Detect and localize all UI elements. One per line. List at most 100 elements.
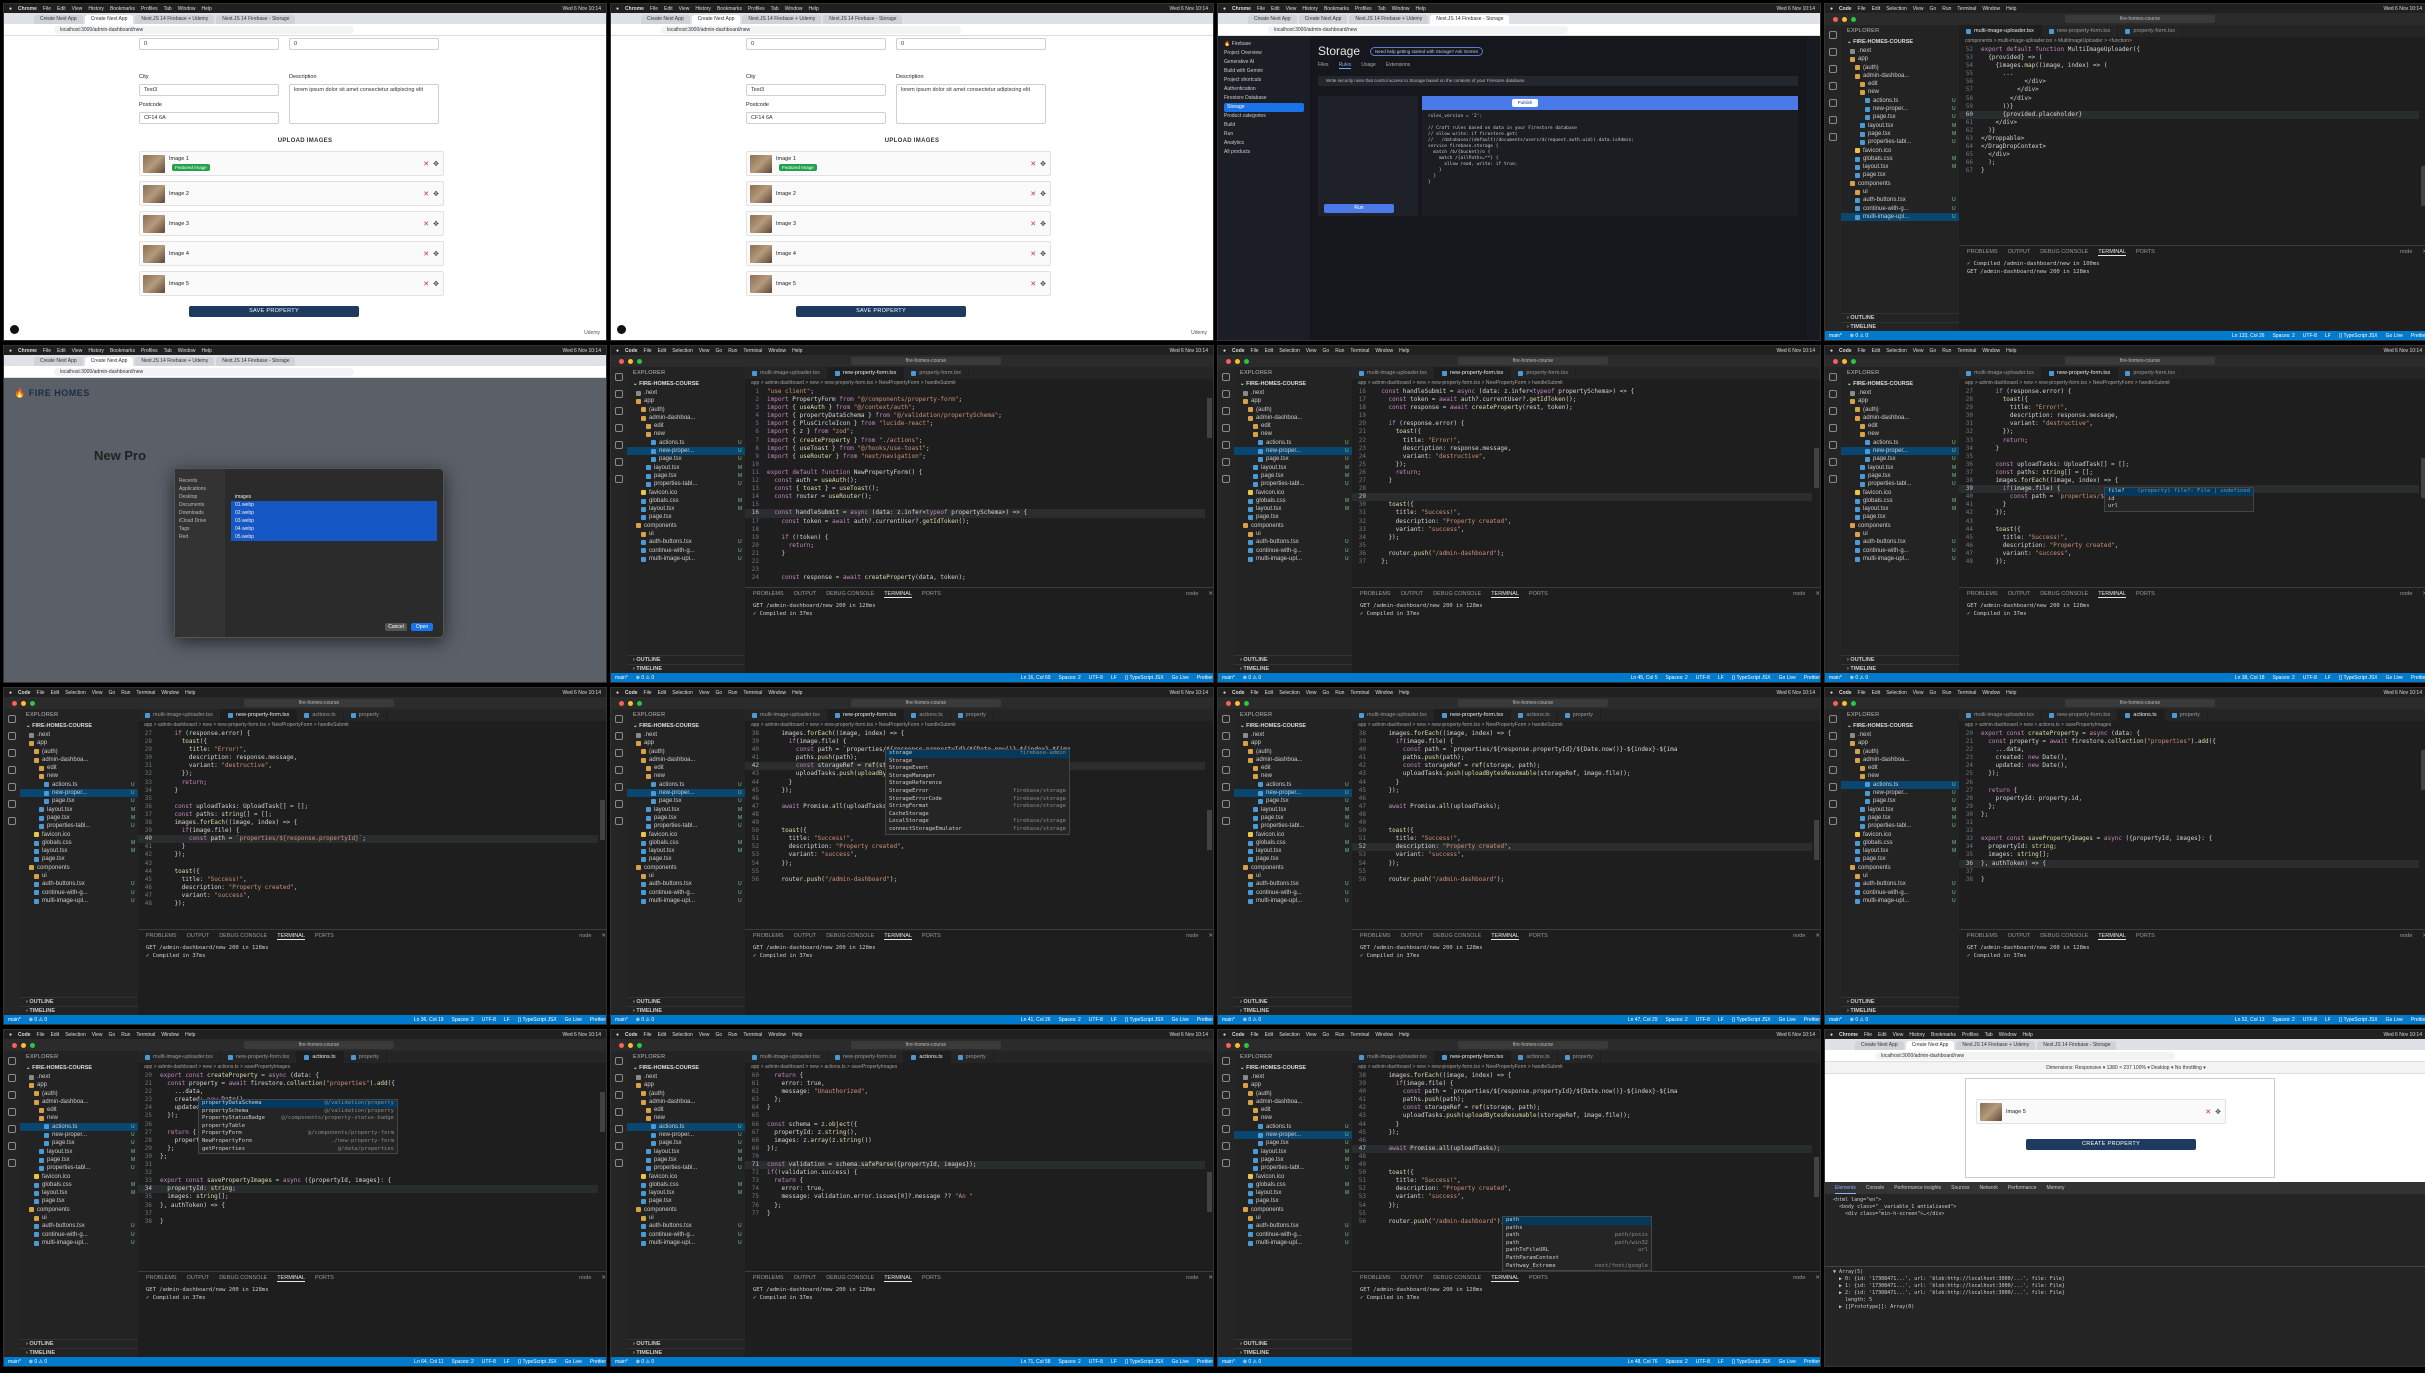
breadcrumb[interactable]: app > admin-dashboard > new > new-proper…	[745, 379, 1213, 388]
explorer-tree-item[interactable]: page.tsx M	[1234, 814, 1352, 822]
menubar-item[interactable]: Selection	[65, 1032, 86, 1038]
menubar-item[interactable]: Terminal	[743, 690, 762, 696]
menubar-item[interactable]: Selection	[1279, 690, 1300, 696]
code-editor[interactable]: 38 images.forEach((image, index) => {39 …	[1352, 730, 1812, 929]
search-icon[interactable]	[615, 732, 623, 740]
address-bar[interactable]: localhost:3000/admin-dashboard/new	[54, 368, 354, 376]
explorer-tree-item[interactable]: ui	[1841, 530, 1959, 538]
editor-tab[interactable]: new-property-form.tsx	[221, 1051, 298, 1063]
testing-icon[interactable]	[1829, 133, 1837, 141]
run-debug-icon[interactable]	[1222, 424, 1230, 432]
status-item[interactable]: LF	[1111, 1017, 1117, 1023]
editor-tab[interactable]: property	[951, 1051, 994, 1063]
explorer-tree-item[interactable]: actions.ts U	[1841, 97, 1959, 105]
explorer-tree-item[interactable]: page.tsx M	[627, 472, 745, 480]
menubar-item[interactable]: Edit	[1872, 348, 1881, 354]
code-editor[interactable]: 60 return {61 error: true, 62 message: "U…	[745, 1072, 1205, 1271]
menubar-item[interactable]: View	[92, 690, 103, 696]
status-item[interactable]: Prettier	[1197, 1017, 1213, 1023]
status-item[interactable]: Go Live	[1779, 1017, 1796, 1023]
explorer-tree-item[interactable]: new	[1234, 772, 1352, 780]
explorer-tree-item[interactable]: layout.tsx M	[1234, 464, 1352, 472]
address-bar[interactable]: localhost:3000/admin-dashboard/new	[1875, 1052, 2175, 1060]
status-item[interactable]: Spaces: 2	[2273, 333, 2295, 339]
menubar-item[interactable]: Window	[768, 1032, 786, 1038]
dialog-file-item[interactable]: images	[231, 493, 437, 501]
breadcrumb[interactable]: app > admin-dashboard > new > new-proper…	[745, 721, 1213, 730]
explorer-tree-item[interactable]: page.tsx M	[1841, 472, 1959, 480]
explorer-tree-item[interactable]: new	[627, 772, 745, 780]
explorer-tree-item[interactable]: favicon.ico	[20, 1173, 138, 1181]
status-item[interactable]: ⊗ 0 ⚠ 0	[1850, 675, 1868, 681]
menubar-item[interactable]: File	[644, 690, 652, 696]
menubar-item[interactable]: Window	[1999, 1032, 2017, 1038]
close-window-button[interactable]	[12, 700, 17, 706]
explorer-tree-item[interactable]: favicon.ico	[1234, 489, 1352, 497]
devtools-tab[interactable]: Network	[1980, 1182, 1998, 1194]
explorer-tree-item[interactable]: new-proper... U	[627, 1131, 745, 1139]
menubar-item[interactable]: View	[1913, 6, 1924, 12]
save-property-button[interactable]: SAVE PROPERTY	[796, 306, 966, 317]
menubar-item[interactable]: File	[1858, 6, 1866, 12]
explorer-tree-item[interactable]: edit	[1841, 422, 1959, 430]
explorer-tree-item[interactable]: app	[627, 1081, 745, 1089]
menubar-item[interactable]: Profiles	[1355, 6, 1372, 12]
search-icon[interactable]	[1829, 390, 1837, 398]
panel-tab[interactable]: DEBUG CONSOLE	[2040, 933, 2088, 939]
explorer-tree-item[interactable]: layout.tsx M	[1234, 806, 1352, 814]
terminal-output[interactable]: GET /admin-dashboard/new 200 in 128ms ✓ …	[1352, 942, 1820, 962]
drag-handle-icon[interactable]: ✥	[1040, 190, 1046, 198]
explorer-tree-item[interactable]: multi-image-upl... U	[627, 555, 745, 563]
menubar-item[interactable]: View	[1286, 6, 1297, 12]
remote-icon[interactable]	[1829, 116, 1837, 124]
status-item[interactable]: main*	[8, 1359, 21, 1365]
panel-tab[interactable]: PORTS	[2136, 249, 2155, 255]
explorer-tree-item[interactable]: favicon.ico	[627, 489, 745, 497]
terminal-profile[interactable]: node	[1793, 933, 1805, 939]
bathrooms-input[interactable]: 0	[746, 38, 886, 50]
menubar-item[interactable]: History	[1909, 1032, 1925, 1038]
explorer-tree-item[interactable]: layout.tsx M	[20, 847, 138, 855]
explorer-tree-item[interactable]: layout.tsx M	[1841, 505, 1959, 513]
explorer-tree-item[interactable]: favicon.ico	[627, 1173, 745, 1181]
storage-tab[interactable]: Rules	[1338, 62, 1352, 69]
status-item[interactable]: main*	[1222, 1017, 1235, 1023]
scrollbar-thumb[interactable]	[1814, 820, 1819, 860]
menubar-item[interactable]: Bookmarks	[717, 6, 742, 12]
browser-tab[interactable]: Create Next App	[1298, 15, 1348, 24]
remove-image-icon[interactable]: ✕	[423, 280, 429, 288]
menubar-item[interactable]: Edit	[658, 348, 667, 354]
explorer-project-name[interactable]: ⌄ FIRE-HOMES-COURSE	[627, 1063, 745, 1073]
explorer-tree-item[interactable]: ui	[20, 1214, 138, 1222]
search-icon[interactable]	[1829, 48, 1837, 56]
minimize-window-button[interactable]	[628, 1042, 633, 1048]
menubar-item[interactable]: Go	[109, 690, 116, 696]
editor-scrollbar[interactable]	[598, 730, 606, 929]
explorer-tree-item[interactable]: multi-image-upl... U	[1234, 897, 1352, 905]
explorer-tree-item[interactable]: multi-image-upl... U	[20, 1239, 138, 1247]
explorer-tree-item[interactable]: edit	[20, 1106, 138, 1114]
menubar-item[interactable]: Run	[1335, 690, 1344, 696]
scrollbar-thumb[interactable]	[1207, 398, 1212, 438]
storage-tab[interactable]: Files	[1318, 62, 1329, 69]
explorer-icon[interactable]	[1222, 373, 1230, 381]
suggestion-item[interactable]: StorageErrorCode firebase/storage	[886, 796, 1069, 804]
remove-image-icon[interactable]: ✕	[423, 190, 429, 198]
status-item[interactable]: main*	[615, 1359, 628, 1365]
explorer-tree-item[interactable]: continue-with-g... U	[20, 1231, 138, 1239]
panel-tab[interactable]: DEBUG CONSOLE	[1433, 591, 1481, 597]
explorer-tree-item[interactable]: new-proper... U	[1234, 447, 1352, 456]
firebase-nav-item[interactable]: Run	[1224, 130, 1304, 139]
zoom-window-button[interactable]	[30, 1042, 35, 1048]
panel-tab[interactable]: PORTS	[922, 933, 941, 939]
explorer-tree-item[interactable]: properties-tabl... U	[627, 1164, 745, 1172]
panel-tab[interactable]: PORTS	[922, 1275, 941, 1281]
image-row[interactable]: Image 3 ✕ ✥	[746, 211, 1051, 236]
run-simulation-button[interactable]: Run	[1324, 204, 1394, 213]
explorer-icon[interactable]	[1829, 373, 1837, 381]
editor-tab[interactable]: property	[1558, 709, 1601, 721]
explorer-tree-item[interactable]: .next	[627, 1073, 745, 1081]
menubar-item[interactable]: Tab	[164, 348, 172, 354]
explorer-project-name[interactable]: ⌄ FIRE-HOMES-COURSE	[627, 721, 745, 731]
suggestion-item[interactable]: file? (property) file?: File | undefined	[2105, 488, 2253, 496]
